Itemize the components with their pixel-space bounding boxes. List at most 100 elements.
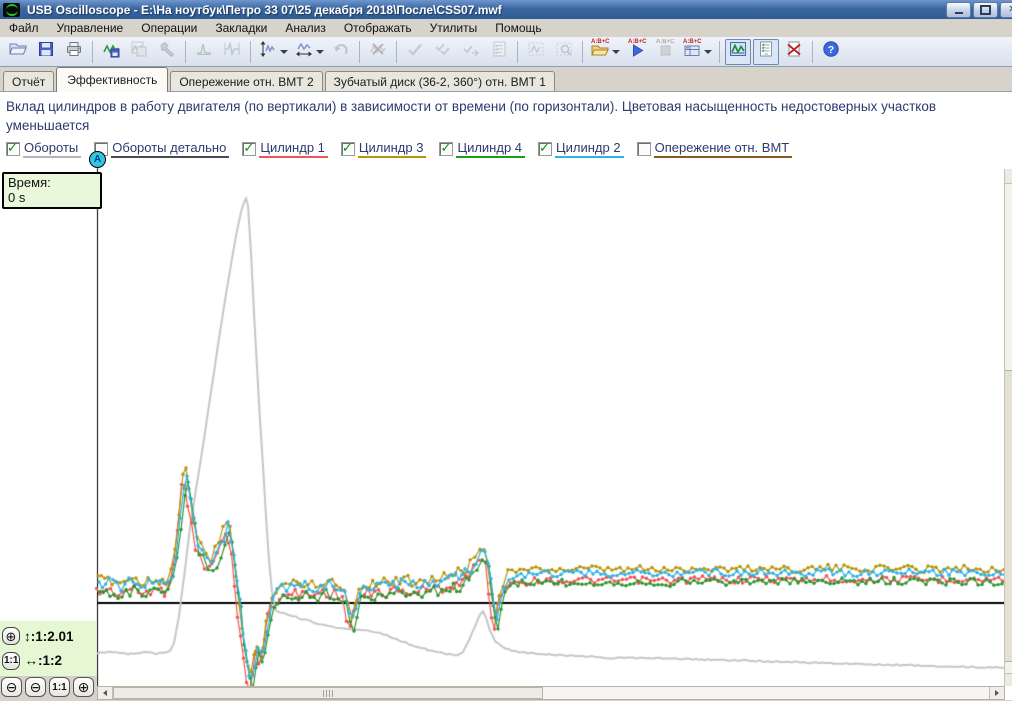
open-button[interactable] [5,39,31,65]
help-icon: ? [822,40,840,63]
check-icon [406,40,424,63]
menu-операции[interactable]: Операции [132,20,206,37]
dropdown-arrow-icon[interactable] [280,50,288,54]
cursor-time-box: Время: 0 s [2,172,102,209]
undo-icon [332,40,350,63]
menu-закладки[interactable]: Закладки [206,20,276,37]
chart-zoom-icon [555,40,573,63]
checked-checkbox[interactable]: ✓ [538,142,552,156]
help-button[interactable]: ? [818,39,844,65]
menu-утилиты[interactable]: Утилиты [421,20,487,37]
zoom-reset-button[interactable]: 1:1 [49,677,70,697]
undo-button [328,39,354,65]
tab-1[interactable]: Эффективность [56,67,168,92]
dropdown-arrow-icon[interactable] [704,50,712,54]
dropdown-arrow-icon[interactable] [316,50,324,54]
script-open-button[interactable]: A:B+C [588,40,622,64]
save-view-button[interactable] [98,39,124,65]
legend-label[interactable]: Цилиндр 4 [456,140,525,158]
scroll-up-arrow[interactable] [1005,169,1012,184]
minimize-button[interactable] [946,2,971,18]
vertical-scrollbar-thumb[interactable] [1005,370,1012,662]
zoom-out-fast-button[interactable]: ⊖ [1,677,22,697]
toolbar-separator [185,41,186,63]
vertical-scrollbar[interactable] [1004,169,1012,686]
tab-0[interactable]: Отчёт [3,71,54,91]
unchecked-checkbox[interactable] [637,142,651,156]
floppy-icon [37,40,55,63]
title-bar[interactable]: USB Oscilloscope - E:\На ноутбук\Петро 3… [0,0,1012,19]
vertical-zoom-in-button[interactable]: ⊕ [2,627,20,645]
show-graph-button[interactable] [725,39,751,65]
checked-checkbox[interactable]: ✓ [242,142,256,156]
v-scale-icon [259,40,277,63]
chart-frame-icon [527,40,545,63]
checked-checkbox[interactable]: ✓ [341,142,355,156]
restore-button[interactable] [973,2,998,18]
zoom-out-button[interactable]: ⊖ [25,677,46,697]
legend-label[interactable]: Опережение отн. ВМТ [654,140,793,158]
script-run-button[interactable]: A:B+C [624,39,650,65]
confirm-all-button [430,39,456,65]
delete-fragment-button [365,39,391,65]
legend-label[interactable]: Обороты [23,140,81,158]
scroll-right-arrow[interactable] [989,687,1004,699]
zoom-in-button[interactable]: ⊕ [73,677,94,697]
legend-item-4[interactable]: ✓Цилиндр 4 [439,140,525,158]
close-button[interactable]: ✕ [1000,2,1012,18]
chart-wave-icon [729,40,747,63]
task-list-button [486,39,512,65]
legend-item-1[interactable]: Обороты детально [94,140,229,158]
save-button[interactable] [33,39,59,65]
horizontal-zoom-button[interactable] [292,40,326,64]
show-report-button[interactable] [753,39,779,65]
vertical-zoom-button[interactable] [256,40,290,64]
application-window: USB Oscilloscope - E:\На ноутбук\Петро 3… [0,0,1012,701]
abc-grid-icon: A:B+C [683,40,701,63]
close-report-button[interactable] [781,39,807,65]
legend-label[interactable]: Обороты детально [111,140,229,158]
script-options-button[interactable]: A:B+C [680,40,714,64]
menu-отображать[interactable]: Отображать [335,20,421,37]
legend-label[interactable]: Цилиндр 3 [358,140,427,158]
print-button[interactable] [61,39,87,65]
legend-item-6[interactable]: Опережение отн. ВМТ [637,140,793,158]
double-check-2-icon [462,40,480,63]
dropdown-arrow-icon[interactable] [612,50,620,54]
cursor-a-marker[interactable]: A [89,151,106,168]
legend-item-3[interactable]: ✓Цилиндр 3 [341,140,427,158]
tab-3[interactable]: Зубчатый диск (36-2, 360°) отн. ВМТ 1 [325,71,555,91]
wave-floppy-icon [102,40,120,63]
printer-icon [65,40,83,63]
menu-анализ[interactable]: Анализ [276,20,335,37]
double-check-icon [434,40,452,63]
doc-x-icon [785,40,803,63]
checked-checkbox[interactable]: ✓ [6,142,20,156]
legend-item-2[interactable]: ✓Цилиндр 1 [242,140,328,158]
horizontal-scrollbar[interactable] [97,686,1005,700]
legend-item-5[interactable]: ✓Цилиндр 2 [538,140,624,158]
menu-помощь[interactable]: Помощь [486,20,550,37]
toolbar-separator [359,41,360,63]
abc-label: A:B+C [628,39,647,45]
vertical-scale-reset-button[interactable]: 1:1 [2,652,20,670]
legend-item-0[interactable]: ✓Обороты [6,140,81,158]
toolbar-separator [582,41,583,63]
horizontal-scrollbar-thumb[interactable] [113,687,543,699]
scroll-down-arrow[interactable] [1005,673,1012,686]
wave-fit-button [219,39,245,65]
legend-label[interactable]: Цилиндр 1 [259,140,328,158]
abc-folder-icon: A:B+C [591,40,609,63]
menu-файл[interactable]: Файл [0,20,48,37]
window-title: USB Oscilloscope - E:\На ноутбук\Петро 3… [27,3,502,17]
report-description: Вклад цилиндров в работу двигателя (по в… [0,92,999,135]
scroll-left-arrow[interactable] [98,687,113,699]
waveform-plot[interactable] [0,166,1012,686]
tab-2[interactable]: Опережение отн. ВМТ 2 [170,71,322,91]
abc-play-icon: A:B+C [628,40,646,63]
horizontal-scrollbar-trough[interactable] [543,687,989,699]
checked-checkbox[interactable]: ✓ [439,142,453,156]
legend-label[interactable]: Цилиндр 2 [555,140,624,158]
abc-label: A:B+C [591,39,610,45]
menu-управление[interactable]: Управление [48,20,133,37]
